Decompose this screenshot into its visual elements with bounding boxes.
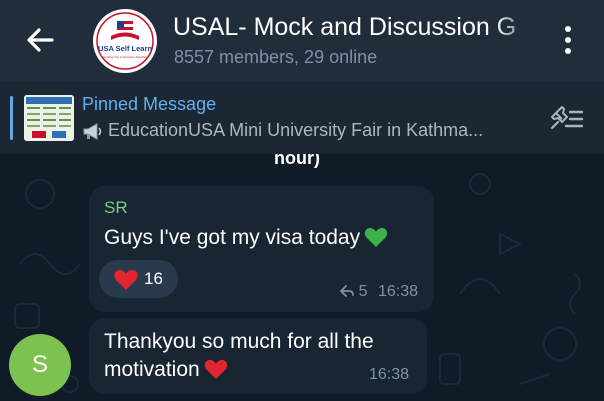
message-text: Guys I've got my visa today xyxy=(104,226,388,250)
back-arrow-icon[interactable] xyxy=(22,22,58,58)
reaction-chip[interactable]: 16 xyxy=(99,260,178,298)
green-heart-icon xyxy=(364,227,388,247)
more-options-icon[interactable] xyxy=(556,26,580,58)
message-bubble[interactable]: Thankyou so much for all the motivation … xyxy=(89,318,427,394)
message-text: Thankyou so much for all the motivation xyxy=(104,328,394,384)
chat-area[interactable]: hour) SR Guys I've got my visa today 16 … xyxy=(0,154,604,401)
pinned-message-text: EducationUSA Mini University Fair in Kat… xyxy=(82,120,542,141)
sender-avatar[interactable]: S xyxy=(9,334,71,396)
group-title[interactable]: USAL- Mock and Discussion G xyxy=(173,13,538,42)
pinned-thumbnail xyxy=(24,95,74,141)
red-heart-icon xyxy=(204,359,227,379)
pinned-list-icon[interactable] xyxy=(548,104,584,132)
reaction-count: 16 xyxy=(144,269,163,288)
logo-text: USA Self Learn xyxy=(98,44,152,53)
logo-subtext: Guiding You to Success Together xyxy=(103,55,147,59)
pinned-message-title: Pinned Message xyxy=(82,94,217,114)
forward-icon xyxy=(339,285,354,297)
message-text-content: Thankyou so much for all the motivation xyxy=(104,330,374,381)
message-time: 16:38 xyxy=(377,283,418,300)
megaphone-icon xyxy=(83,123,102,141)
pinned-message-bar[interactable]: Pinned Message EducationUSA Mini Univers… xyxy=(0,82,604,154)
date-separator: hour) xyxy=(274,154,320,168)
usa-self-learn-logo: USA Self Learn Guiding You to Success To… xyxy=(94,10,156,72)
group-avatar[interactable]: USA Self Learn Guiding You to Success To… xyxy=(93,9,157,73)
red-heart-icon xyxy=(114,270,138,290)
chat-header: USA Self Learn Guiding You to Success To… xyxy=(0,0,604,82)
pinned-message-preview: EducationUSA Mini University Fair in Kat… xyxy=(108,120,484,140)
forward-count: 5 xyxy=(358,283,368,300)
message-bubble[interactable]: SR Guys I've got my visa today 16 5 16:3… xyxy=(89,186,434,312)
message-text-content: Guys I've got my visa today xyxy=(104,226,361,249)
message-time: 16:38 xyxy=(368,366,409,383)
group-member-count: 8557 members, 29 online xyxy=(174,47,378,67)
pinned-indicator xyxy=(10,96,13,140)
sender-name[interactable]: SR xyxy=(104,198,128,218)
message-meta: 5 16:38 xyxy=(339,283,418,301)
